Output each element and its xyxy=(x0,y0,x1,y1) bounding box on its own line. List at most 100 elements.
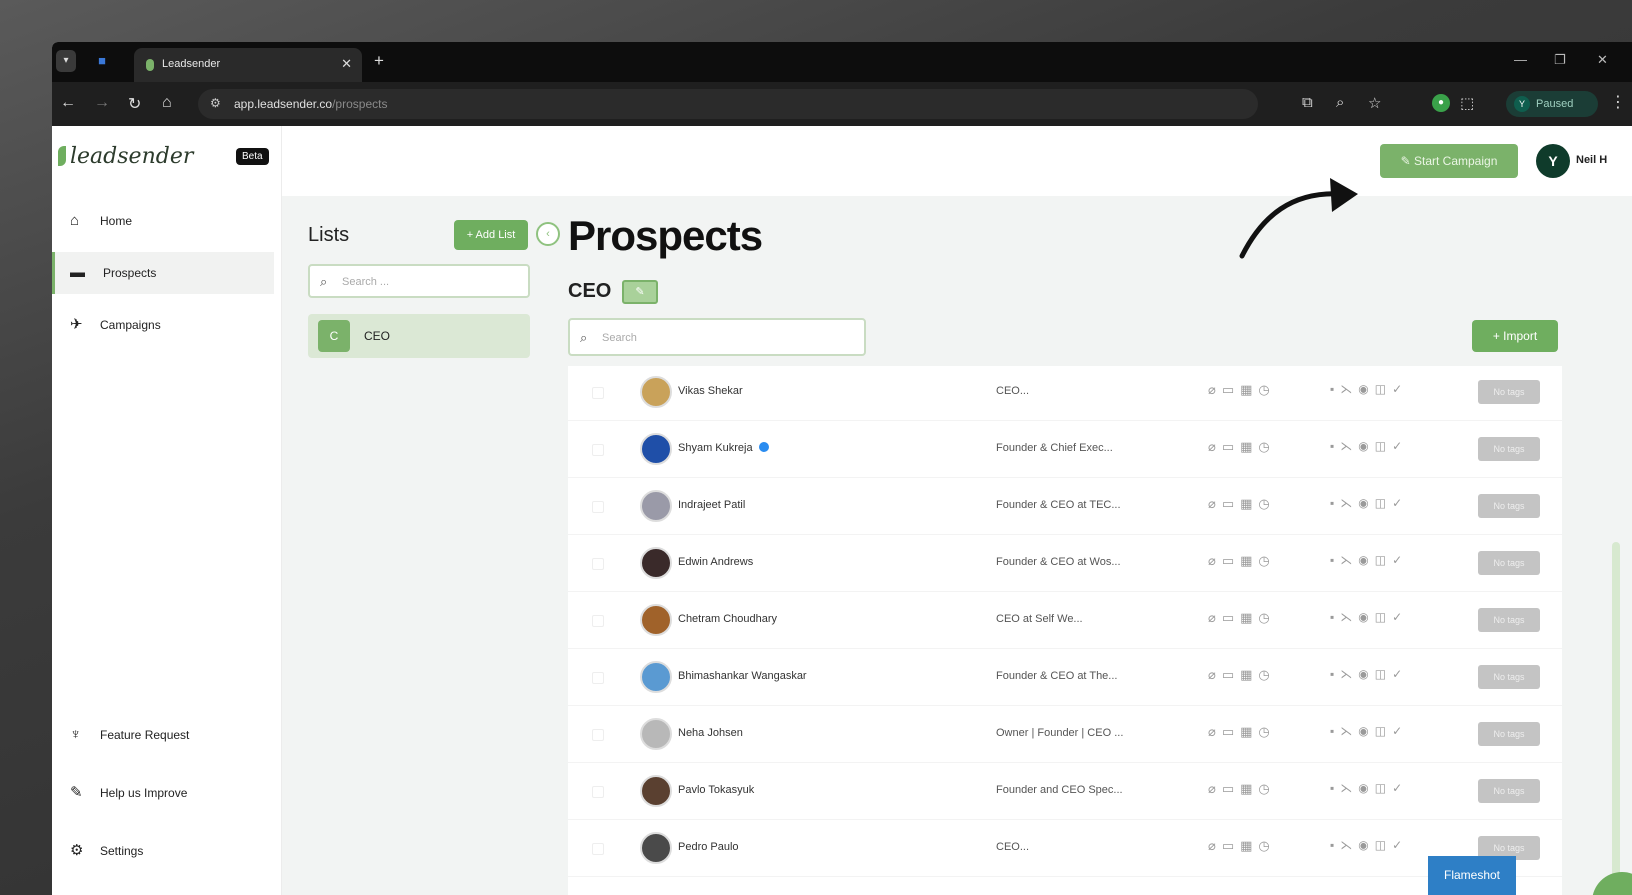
tag-button[interactable]: No tags xyxy=(1478,722,1540,746)
sidebar-item-feature-request[interactable]: ♆ Feature Request xyxy=(52,714,274,756)
prospect-name[interactable]: Chetram Choudhary xyxy=(678,613,777,625)
contact-icons[interactable]: ⌀▭▦◷ xyxy=(1208,838,1276,854)
import-button[interactable]: + Import xyxy=(1472,320,1558,352)
status-icons[interactable]: ▪⋋◉◫✓ xyxy=(1330,382,1408,396)
contact-icons[interactable]: ⌀▭▦◷ xyxy=(1208,439,1276,455)
prospect-name[interactable]: Neha Johsen xyxy=(678,727,743,739)
prospect-name[interactable]: Edwin Andrews xyxy=(678,556,753,568)
list-item[interactable]: C CEO xyxy=(308,314,530,358)
prospect-title: Owner | Founder | CEO ... xyxy=(996,727,1124,739)
sidebar-item-label: Settings xyxy=(100,844,144,858)
table-row[interactable]: Pedro Paulo CEO... ⌀▭▦◷ ▪⋋◉◫✓ No tags xyxy=(568,820,1562,877)
prospects-table: Vikas Shekar CEO... ⌀▭▦◷ ▪⋋◉◫✓ No tags Shyam … xyxy=(568,366,1562,895)
forward-icon[interactable]: → xyxy=(94,94,110,112)
maximize-icon[interactable]: ❐ xyxy=(1554,52,1566,68)
contact-icons[interactable]: ⌀▭▦◷ xyxy=(1208,382,1276,398)
row-checkbox[interactable] xyxy=(592,615,604,627)
contact-icons[interactable]: ⌀▭▦◷ xyxy=(1208,553,1276,569)
table-row[interactable]: Edwin Andrews Founder & CEO at Wos... ⌀▭▦◷… xyxy=(568,535,1562,592)
table-row[interactable]: Pavlo Tokasyuk Founder and CEO Spec... ⌀▭▦… xyxy=(568,763,1562,820)
app-logo[interactable]: leadsender xyxy=(58,144,193,169)
list-subtitle: CEO xyxy=(568,280,612,302)
contact-icons[interactable]: ⌀▭▦◷ xyxy=(1208,496,1276,512)
edit-list-icon[interactable]: ✎ xyxy=(622,280,658,304)
collapse-lists-icon[interactable]: ‹ xyxy=(536,222,560,246)
search-placeholder: Search ... xyxy=(342,276,390,288)
user-name[interactable]: Neil H xyxy=(1576,154,1607,166)
tab-search-button[interactable]: ▾ xyxy=(56,50,76,72)
bulb-icon: ♆ xyxy=(70,726,82,743)
user-avatar[interactable]: Y xyxy=(1536,144,1570,178)
row-checkbox[interactable] xyxy=(592,786,604,798)
back-icon[interactable]: ← xyxy=(60,94,76,112)
row-checkbox[interactable] xyxy=(592,558,604,570)
tag-button[interactable]: No tags xyxy=(1478,380,1540,404)
tag-button[interactable]: No tags xyxy=(1478,665,1540,689)
sidebar-item-home[interactable]: ⌂ Home xyxy=(52,200,274,242)
row-checkbox[interactable] xyxy=(592,444,604,456)
profile-button[interactable]: Y Paused xyxy=(1506,91,1598,117)
tag-button[interactable]: No tags xyxy=(1478,608,1540,632)
home-browser-icon[interactable]: ⌂ xyxy=(162,94,172,112)
window-close-icon[interactable]: ✕ xyxy=(1597,52,1608,68)
screenshot-icon[interactable]: ⧉ xyxy=(1302,94,1313,111)
extension-icon[interactable]: ● xyxy=(1432,94,1450,112)
prospect-name[interactable]: Shyam Kukreja xyxy=(678,442,769,454)
table-row[interactable]: Shyam Kukreja Founder & Chief Exec... ⌀▭▦◷… xyxy=(568,421,1562,478)
site-info-icon[interactable]: ⚙ xyxy=(210,96,221,110)
table-row[interactable]: Neha Johsen Owner | Founder | CEO ... ⌀▭▦◷… xyxy=(568,706,1562,763)
table-row[interactable]: Bhimashankar Wangaskar Founder & CEO at T… xyxy=(568,649,1562,706)
add-list-button[interactable]: + Add List xyxy=(454,220,528,250)
prospect-name[interactable]: Indrajeet Patil xyxy=(678,499,745,511)
status-icons[interactable]: ▪⋋◉◫✓ xyxy=(1330,553,1408,567)
sidebar-item-help-improve[interactable]: ✎ Help us Improve xyxy=(52,772,274,814)
prospect-name[interactable]: Vikas Shekar xyxy=(678,385,743,397)
row-checkbox[interactable] xyxy=(592,501,604,513)
url-bar[interactable]: ⚙ app.leadsender.co/prospects xyxy=(198,89,1258,119)
contact-icons[interactable]: ⌀▭▦◷ xyxy=(1208,610,1276,626)
row-checkbox[interactable] xyxy=(592,672,604,684)
tag-button[interactable]: No tags xyxy=(1478,779,1540,803)
row-checkbox[interactable] xyxy=(592,843,604,855)
contact-icons[interactable]: ⌀▭▦◷ xyxy=(1208,724,1276,740)
tag-button[interactable]: No tags xyxy=(1478,494,1540,518)
tag-button[interactable]: No tags xyxy=(1478,437,1540,461)
contact-icons[interactable]: ⌀▭▦◷ xyxy=(1208,667,1276,683)
browser-tab[interactable]: Leadsender ✕ xyxy=(134,48,362,82)
tab-close-icon[interactable]: ✕ xyxy=(341,56,352,72)
reload-icon[interactable]: ↻ xyxy=(128,94,141,114)
row-checkbox[interactable] xyxy=(592,729,604,741)
table-row[interactable]: Vikas Shekar CEO... ⌀▭▦◷ ▪⋋◉◫✓ No tags xyxy=(568,366,1562,421)
scrollbar[interactable] xyxy=(1612,542,1620,882)
prospect-name[interactable]: Bhimashankar Wangaskar xyxy=(678,670,807,682)
new-tab-icon[interactable]: + xyxy=(374,51,384,71)
pinned-tab-icon[interactable]: ■ xyxy=(92,50,112,72)
prospects-search-input[interactable]: ⌕ Search xyxy=(568,318,866,356)
prospect-title: CEO at Self We... xyxy=(996,613,1083,625)
status-icons[interactable]: ▪⋋◉◫✓ xyxy=(1330,496,1408,510)
sidebar-item-prospects[interactable]: ▬ Prospects xyxy=(52,252,274,294)
zoom-icon[interactable]: ⌕ xyxy=(1336,94,1344,111)
prospect-name[interactable]: Pavlo Tokasyuk xyxy=(678,784,754,796)
status-icons[interactable]: ▪⋋◉◫✓ xyxy=(1330,667,1408,681)
status-icons[interactable]: ▪⋋◉◫✓ xyxy=(1330,439,1408,453)
minimize-icon[interactable]: — xyxy=(1514,52,1527,67)
contact-icons[interactable]: ⌀▭▦◷ xyxy=(1208,781,1276,797)
extensions-puzzle-icon[interactable]: ⬚ xyxy=(1460,94,1474,112)
status-icons[interactable]: ▪⋋◉◫✓ xyxy=(1330,838,1408,852)
lists-search-input[interactable]: ⌕ Search ... xyxy=(308,264,530,298)
prospect-title: CEO... xyxy=(996,841,1030,853)
sidebar-item-campaigns[interactable]: ✈ Campaigns xyxy=(52,304,274,346)
prospect-name[interactable]: Pedro Paulo xyxy=(678,841,739,853)
browser-menu-icon[interactable]: ⋮ xyxy=(1610,92,1626,112)
row-checkbox[interactable] xyxy=(592,387,604,399)
status-icons[interactable]: ▪⋋◉◫✓ xyxy=(1330,610,1408,624)
table-row[interactable]: Chetram Choudhary CEO at Self We... ⌀▭▦◷ ▪⋋… xyxy=(568,592,1562,649)
sidebar-item-settings[interactable]: ⚙ Settings xyxy=(52,830,274,872)
start-campaign-button[interactable]: ✎ Start Campaign xyxy=(1380,144,1518,178)
tag-button[interactable]: No tags xyxy=(1478,551,1540,575)
table-row[interactable]: Indrajeet Patil Founder & CEO at TEC... ⌀▭… xyxy=(568,478,1562,535)
bookmark-star-icon[interactable]: ☆ xyxy=(1368,94,1381,112)
status-icons[interactable]: ▪⋋◉◫✓ xyxy=(1330,781,1408,795)
status-icons[interactable]: ▪⋋◉◫✓ xyxy=(1330,724,1408,738)
